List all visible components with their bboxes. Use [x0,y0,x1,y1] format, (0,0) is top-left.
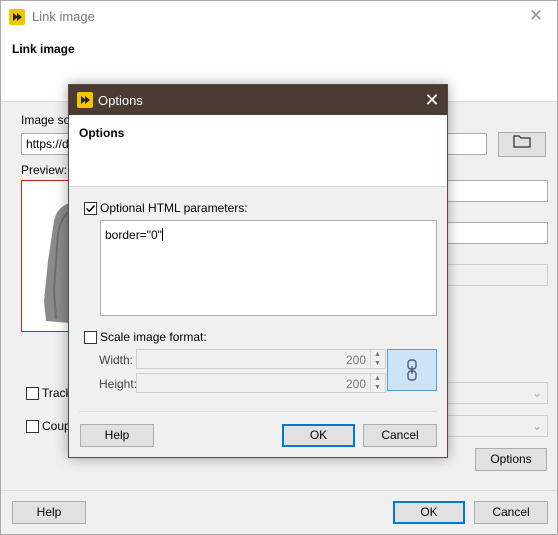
app-logo-icon [9,9,25,25]
preview-sweater-image [44,203,70,323]
optional-html-checkbox[interactable] [84,202,97,215]
link-aspect-ratio-button[interactable] [387,349,437,391]
dialog-close-icon[interactable]: ✕ [421,89,443,111]
couple-checkbox[interactable] [26,420,39,433]
back-field-2[interactable] [447,222,548,244]
image-source-input-tail[interactable] [447,133,487,155]
back-dropdown-1: ⌄ [447,382,548,404]
browse-folder-button[interactable] [498,132,546,157]
app-logo-icon [77,92,93,108]
back-field-1[interactable] [447,180,548,202]
optional-html-label: Optional HTML parameters: [100,201,248,215]
folder-icon [513,134,531,155]
scale-image-checkbox[interactable] [84,331,97,344]
height-label: Height: [99,377,138,391]
track-checkbox[interactable] [26,387,39,400]
dialog-footer-separator [79,411,437,412]
scale-image-label: Scale image format: [100,330,207,344]
back-window-title: Link image [32,9,95,24]
back-footer-separator [1,490,557,491]
options-button[interactable]: Options [475,448,547,471]
width-label: Width: [99,353,134,367]
checkmark-icon [85,204,96,213]
width-spinbox: 200 ▲ ▼ [136,349,386,369]
dialog-header-title: Options [79,126,125,140]
dialog-help-button[interactable]: Help [80,424,154,447]
height-spinbox: 200 ▲ ▼ [136,373,386,393]
dialog-title: Options [98,93,143,108]
spin-arrows-icon: ▲ ▼ [370,350,384,368]
text-caret [161,228,163,241]
height-value: 200 [345,377,366,391]
back-header-title: Link image [12,42,75,56]
chevron-down-icon: ⌄ [531,419,542,433]
back-help-button[interactable]: Help [12,501,86,524]
back-ok-button[interactable]: OK [393,501,465,524]
chevron-down-icon: ⌄ [531,386,542,400]
back-field-3 [447,264,548,286]
spin-arrows-icon: ▲ ▼ [370,374,384,392]
dialog-cancel-button[interactable]: Cancel [363,424,437,447]
width-value: 200 [345,353,366,367]
link-chain-icon [407,359,417,381]
dialog-ok-button[interactable]: OK [282,424,355,447]
back-close-icon[interactable]: ✕ [524,6,548,26]
html-params-textarea[interactable]: border="0" [100,220,437,316]
image-preview [21,180,71,332]
dialog-header [69,115,447,187]
options-dialog: Options ✕ Options Optional HTML paramete… [68,84,448,458]
preview-label: Preview: [21,163,68,177]
back-cancel-button[interactable]: Cancel [474,501,548,524]
back-dropdown-2: ⌄ [447,415,548,437]
html-params-text: border="0" [105,228,162,242]
